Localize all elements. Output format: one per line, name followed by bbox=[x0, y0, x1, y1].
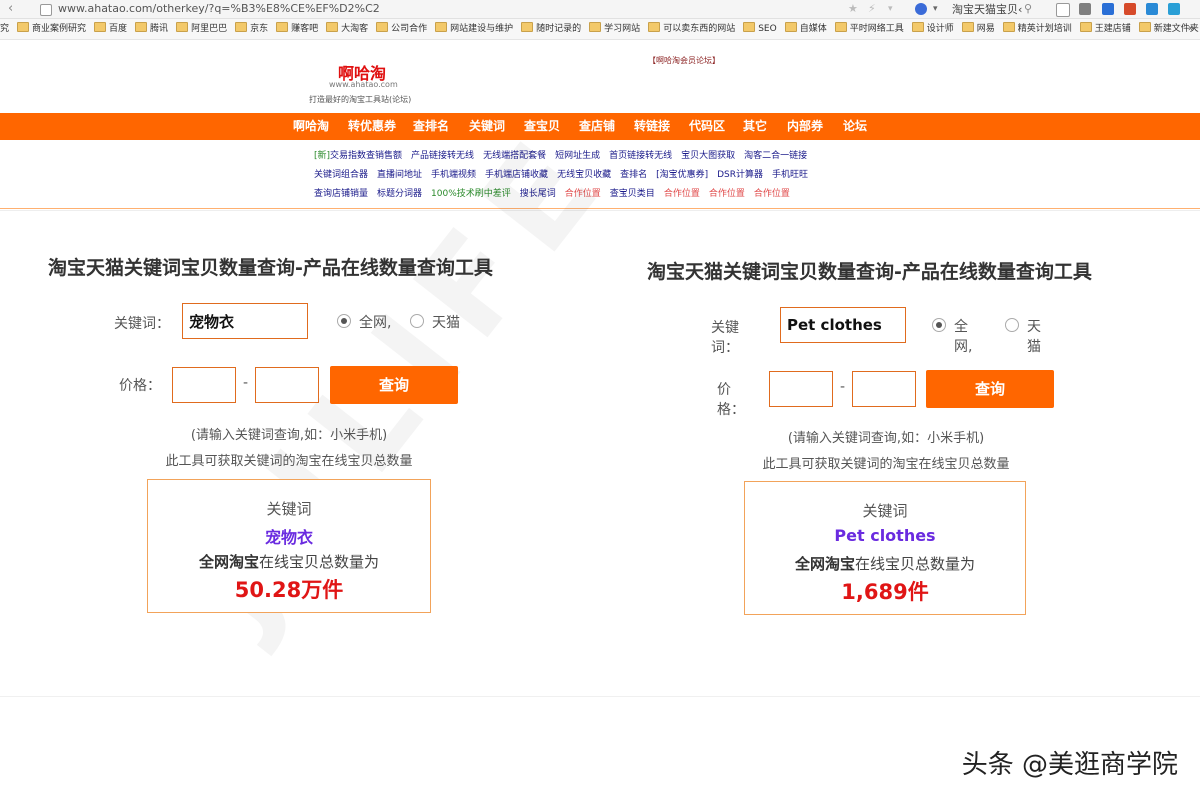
radio-tmall-label: 天猫 bbox=[1027, 319, 1041, 355]
bookmark-label: 学习网站 bbox=[604, 24, 641, 34]
folder-icon bbox=[784, 22, 797, 32]
radio-all-network-label: 全网, bbox=[954, 319, 973, 355]
extension-icon-1[interactable] bbox=[1102, 3, 1114, 15]
folder-icon bbox=[911, 22, 924, 32]
price-label: 价格： bbox=[717, 382, 745, 418]
radio-tmall[interactable] bbox=[1005, 318, 1019, 332]
scissors-icon[interactable] bbox=[1079, 3, 1091, 15]
nav-item-other[interactable]: 其它 bbox=[743, 113, 767, 140]
query-button[interactable]: 查询 bbox=[926, 370, 1054, 408]
folder-icon bbox=[648, 22, 661, 32]
bookmark-item[interactable]: 可以卖东西的网站 bbox=[648, 19, 735, 39]
search-engine-icon[interactable] bbox=[915, 3, 927, 15]
tool-link[interactable]: 合作位置 bbox=[754, 189, 790, 199]
member-forum-link[interactable]: 【啊哈淘会员论坛】 bbox=[648, 55, 720, 66]
tool-link[interactable]: 手机旺旺 bbox=[772, 170, 808, 180]
nav-item-internal-coupon[interactable]: 内部券 bbox=[787, 113, 823, 140]
bookmark-item[interactable]: SEO bbox=[743, 19, 777, 39]
price-min-input[interactable] bbox=[769, 371, 833, 407]
bookmark-label: 王建店铺 bbox=[1094, 24, 1131, 34]
nav-item-shop[interactable]: 查店铺 bbox=[579, 113, 615, 140]
result-keyword: Pet clothes bbox=[834, 526, 936, 545]
folder-icon bbox=[589, 22, 602, 32]
bookmark-label: 设计师 bbox=[926, 24, 954, 34]
page-bottom-divider bbox=[0, 696, 1200, 697]
bookmark-label: 网易 bbox=[976, 24, 995, 34]
panel-title: 淘宝天猫关键词宝贝数量查询-产品在线数量查询工具 bbox=[647, 261, 1092, 283]
query-panel-right: 淘宝天猫关键词宝贝数量查询-产品在线数量查询工具 关键词： 全网, 天猫 价格：… bbox=[0, 0, 1092, 800]
cart-icon[interactable] bbox=[1056, 3, 1070, 17]
folder-icon bbox=[961, 22, 974, 32]
keyword-label: 关键词： bbox=[711, 320, 739, 356]
folder-icon bbox=[834, 22, 847, 32]
tool-link[interactable]: 查排名 bbox=[620, 170, 647, 180]
extension-icon-2[interactable] bbox=[1124, 3, 1136, 15]
tool-link[interactable]: 合作位置 bbox=[709, 189, 745, 199]
nav-item-forum[interactable]: 论坛 bbox=[843, 113, 867, 140]
tool-link[interactable]: 首页链接转无线 bbox=[609, 151, 672, 161]
folder-icon bbox=[1002, 22, 1015, 32]
chevron-down-icon[interactable]: ▾ bbox=[888, 0, 893, 18]
lightning-icon[interactable]: ⚡ bbox=[868, 0, 876, 18]
bookmark-label: 可以卖东西的网站 bbox=[663, 24, 736, 34]
search-engine-caret-icon[interactable]: ▾ bbox=[933, 0, 938, 18]
tool-link[interactable]: 合作位置 bbox=[664, 189, 700, 199]
source-credit: 头条 @美逛商学院 bbox=[961, 750, 1178, 780]
result-scope: 全网淘宝 bbox=[794, 555, 855, 573]
folder-icon bbox=[743, 22, 756, 32]
bookmark-item[interactable]: 自媒体 bbox=[784, 19, 827, 39]
browser-search-input[interactable] bbox=[952, 1, 1028, 16]
folder-icon bbox=[1079, 22, 1092, 32]
bookmark-label: 精英计划培训 bbox=[1017, 24, 1072, 34]
hint-example: (请输入关键词查询,如：小米手机) bbox=[787, 431, 985, 446]
result-box: 关键词 Pet clothes 全网淘宝在线宝贝总数量为 1,689件 bbox=[744, 481, 1026, 615]
bookmark-item[interactable]: 网易 bbox=[961, 19, 995, 39]
bookmarks-more-button[interactable]: » bbox=[1188, 19, 1194, 39]
bookmark-item[interactable]: 精英计划培训 bbox=[1002, 19, 1072, 39]
hint-description: 此工具可获取关键词的淘宝在线宝贝总数量 bbox=[762, 457, 1010, 472]
nav-item-link[interactable]: 转链接 bbox=[634, 113, 670, 140]
folder-icon bbox=[1138, 22, 1151, 32]
bookmark-label: SEO bbox=[758, 24, 777, 34]
price-range-dash: - bbox=[840, 379, 846, 395]
result-count: 1,689件 bbox=[841, 580, 929, 604]
tool-link[interactable]: 淘客二合一链接 bbox=[744, 151, 807, 161]
extension-icon-4[interactable] bbox=[1168, 3, 1180, 15]
bookmark-item[interactable]: 设计师 bbox=[911, 19, 954, 39]
bookmark-label: 自媒体 bbox=[799, 24, 827, 34]
bookmark-item[interactable]: 平时网络工具 bbox=[834, 19, 904, 39]
bookmark-item[interactable]: 王建店铺 bbox=[1079, 19, 1131, 39]
search-icon[interactable]: ⚲ bbox=[1024, 0, 1032, 18]
tool-link[interactable]: 宝贝大图获取 bbox=[681, 151, 735, 161]
tool-link[interactable]: DSR计算器 bbox=[717, 170, 763, 180]
result-label: 关键词 bbox=[862, 502, 908, 520]
extension-icon-3[interactable] bbox=[1146, 3, 1158, 15]
result-desc-text: 在线宝贝总数量为 bbox=[855, 555, 976, 573]
bookmark-label: 平时网络工具 bbox=[849, 24, 904, 34]
keyword-input[interactable] bbox=[780, 307, 906, 343]
radio-all-network[interactable] bbox=[932, 318, 946, 332]
price-max-input[interactable] bbox=[852, 371, 916, 407]
nav-item-code[interactable]: 代码区 bbox=[689, 113, 725, 140]
star-icon[interactable]: ★ bbox=[848, 0, 858, 18]
bookmark-item[interactable]: 学习网站 bbox=[589, 19, 640, 39]
result-description: 全网淘宝在线宝贝总数量为 bbox=[745, 553, 1025, 574]
tool-link[interactable]: [淘宝优惠券] bbox=[656, 170, 708, 180]
